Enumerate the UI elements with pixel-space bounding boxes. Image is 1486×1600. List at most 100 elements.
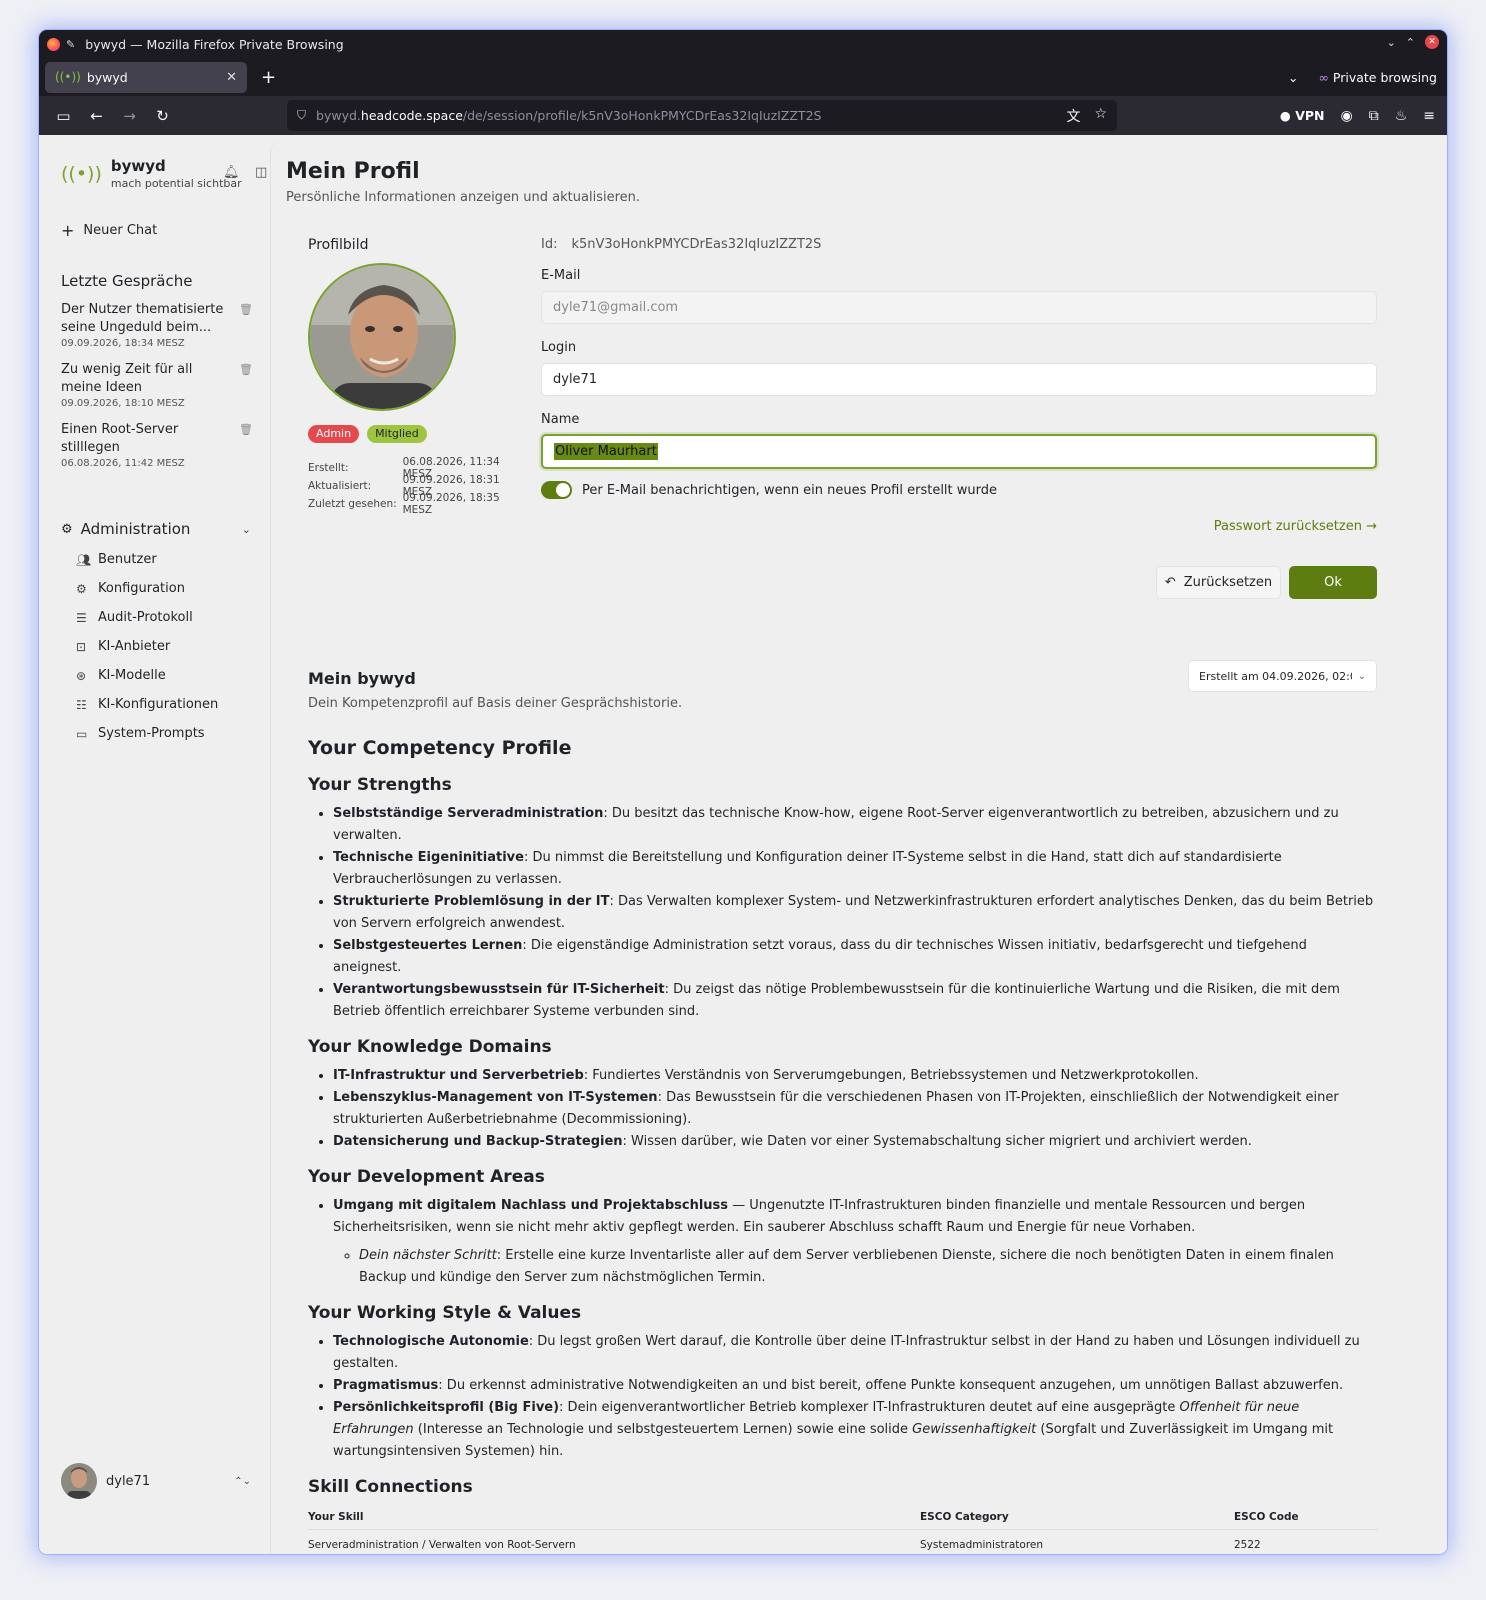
forward-icon[interactable]: →: [113, 107, 146, 125]
table-cell: Serveradministration / Verwalten von Roo…: [308, 1539, 576, 1551]
pin-icon: ✎: [66, 37, 76, 51]
url-prefix: bywyd.: [316, 108, 361, 123]
item-text: : Wissen darüber, wie Daten vor einer Sy…: [622, 1134, 1252, 1149]
name-field[interactable]: Oliver Maurhart: [541, 434, 1377, 469]
member-badge: Mitglied: [367, 425, 427, 443]
strengths-heading: Your Strengths: [308, 775, 452, 795]
meta-value: 09.09.2026, 18:35 MESZ: [402, 492, 500, 516]
bookmark-star-icon[interactable]: ☆: [1094, 106, 1107, 126]
id-value: k5nV3oHonkPMYCDrEas32IqIuzIZZT2S: [571, 237, 822, 252]
reset-password-link[interactable]: Passwort zurücksetzen →: [1214, 519, 1377, 534]
translate-icon[interactable]: 文: [1066, 106, 1080, 126]
trash-icon[interactable]: 🗑︎: [239, 363, 253, 376]
profile-version-select[interactable]: Erstellt am 04.09.2026, 02:00 ⌄: [1188, 660, 1377, 692]
admin-badge: Admin: [308, 425, 360, 443]
list-item: Technologische Autonomie: Du legst große…: [333, 1331, 1378, 1375]
sidebar-toggle-icon[interactable]: ▭: [47, 107, 80, 125]
item-emphasis: Gewissenhaftigkeit: [912, 1422, 1037, 1437]
menu-icon[interactable]: ≡: [1423, 108, 1435, 124]
new-chat-label: Neuer Chat: [83, 223, 158, 238]
minimize-icon[interactable]: ⌄: [1387, 36, 1396, 49]
extensions-icon[interactable]: ⧉: [1369, 108, 1379, 124]
sidebar-item-label: KI-Modelle: [98, 668, 166, 683]
new-chat-button[interactable]: + Neuer Chat: [61, 221, 157, 240]
fire-icon[interactable]: ♨: [1395, 108, 1408, 124]
conversation-item[interactable]: Der Nutzer thematisierte seine Ungeduld …: [61, 301, 261, 349]
login-field[interactable]: dyle71: [541, 363, 1377, 396]
list-item: Datensicherung und Backup-Strategien: Wi…: [333, 1131, 1378, 1153]
close-window-icon[interactable]: ✕: [1425, 35, 1439, 49]
sidebar-item-benutzer[interactable]: 👥︎ Benutzer: [76, 545, 218, 574]
conversation-item[interactable]: Zu wenig Zeit für all meine Ideen 09.09.…: [61, 361, 261, 409]
sidebar-item-ki-anbieter[interactable]: ⊡ KI-Anbieter: [76, 632, 218, 661]
email-label: E-Mail: [541, 268, 581, 283]
trash-icon[interactable]: 🗑︎: [239, 303, 253, 316]
app: ((•)) bywyd mach potential sichtbar 🔔︎ ◫…: [39, 135, 1447, 1554]
trash-icon[interactable]: 🗑︎: [239, 423, 253, 436]
item-term: Pragmatismus: [333, 1378, 439, 1393]
item-term: Datensicherung und Backup-Strategien: [333, 1134, 623, 1149]
account-icon[interactable]: ◉: [1340, 108, 1352, 124]
sidebar-item-label: Benutzer: [98, 552, 157, 567]
sidebar-item-ki-modelle[interactable]: ⊛ KI-Modelle: [76, 661, 218, 690]
private-mask-icon: ∞: [1318, 69, 1329, 85]
select-value: Erstellt am 04.09.2026, 02:00: [1199, 669, 1352, 683]
sidebar: ((•)) bywyd mach potential sichtbar 🔔︎ ◫…: [39, 135, 271, 1554]
url-actions: 文 ☆: [1066, 106, 1107, 126]
tab-list-chevron-icon[interactable]: ⌄: [1288, 70, 1298, 85]
tab-close-icon[interactable]: ✕: [226, 70, 237, 85]
list-item: Strukturierte Problemlösung in der IT: D…: [333, 891, 1378, 935]
column-header: ESCO Code: [1234, 1505, 1378, 1530]
nav-bar: ▭ ← → ↻ ⛉ bywyd. headcode.space/de/sessio…: [39, 96, 1447, 135]
list-item: Pragmatismus: Du erkennst administrative…: [333, 1375, 1378, 1397]
list-item: Persönlichkeitsprofil (Big Five): Dein e…: [333, 1397, 1378, 1463]
recent-conversations-title: Letzte Gespräche: [61, 272, 193, 290]
plus-icon: +: [61, 221, 75, 240]
reload-icon[interactable]: ↻: [146, 107, 179, 125]
user-menu[interactable]: dyle71 ⌃⌄: [61, 1463, 251, 1499]
role-badges: Admin Mitglied: [308, 425, 427, 443]
bell-icon[interactable]: 🔔︎: [223, 165, 240, 180]
browser-window: ✎ bywyd — Mozilla Firefox Private Browsi…: [39, 30, 1447, 1554]
sidebar-item-audit-protokoll[interactable]: ☰ Audit-Protokoll: [76, 603, 218, 632]
knowledge-list: IT-Infrastruktur und Serverbetrieb: Fund…: [308, 1065, 1378, 1153]
list-item: Selbstgesteuertes Lernen: Die eigenständ…: [333, 935, 1378, 979]
item-term: Selbstgesteuertes Lernen: [333, 938, 523, 953]
tabbar-right: ⌄ ∞ Private browsing: [1288, 58, 1437, 96]
vpn-button[interactable]: ● VPN: [1280, 108, 1325, 123]
administration-toggle[interactable]: ⚙ Administration ⌄: [61, 520, 251, 538]
brain-icon: ⊛: [76, 668, 87, 683]
next-step-term: Dein nächster Schritt: [359, 1248, 497, 1263]
profile-picture[interactable]: [308, 263, 456, 411]
brand-name: bywyd: [110, 157, 166, 175]
site-favicon-icon: ((•)): [55, 70, 81, 84]
list-item: Verantwortungsbewusstsein für IT-Sicherh…: [333, 979, 1378, 1023]
item-term: Lebenszyklus-Management von IT-Systemen: [333, 1090, 658, 1105]
sidebar-item-label: Audit-Protokoll: [98, 610, 193, 625]
brand-tagline: mach potential sichtbar: [110, 177, 242, 190]
reset-button[interactable]: ↶ Zurücksetzen: [1156, 566, 1281, 599]
competency-profile: Your Competency Profile Your Strengths S…: [308, 737, 1378, 1554]
maximize-icon[interactable]: ⌃: [1406, 36, 1415, 49]
collapse-sidebar-icon[interactable]: ◫: [255, 165, 267, 180]
ok-button[interactable]: Ok: [1289, 566, 1377, 599]
id-label: Id:: [541, 237, 558, 252]
new-tab-icon[interactable]: +: [261, 67, 276, 88]
url-path: /de/session/profile/k5nV3oHonkPMYCDrEas3…: [462, 108, 822, 123]
list-item: Umgang mit digitalem Nachlass und Projek…: [333, 1195, 1378, 1289]
item-term: Persönlichkeitsprofil (Big Five): [333, 1400, 560, 1415]
url-bar[interactable]: ⛉ bywyd. headcode.space/de/session/profil…: [287, 100, 1117, 131]
sidebar-item-ki-konfigurationen[interactable]: ☷ KI-Konfigurationen: [76, 690, 218, 719]
tab-title: bywyd: [86, 69, 128, 85]
sidebar-item-label: KI-Konfigurationen: [98, 697, 219, 712]
conversation-item[interactable]: Einen Root-Server stilllegen 06.08.2026,…: [61, 421, 261, 469]
notify-toggle[interactable]: [541, 481, 572, 499]
strengths-list: Selbstständige Serveradministration: Du …: [308, 803, 1378, 1023]
browser-tab[interactable]: ((•)) bywyd ✕: [45, 61, 247, 93]
back-icon[interactable]: ←: [80, 107, 113, 125]
sidebar-item-konfiguration[interactable]: ⚙ Konfiguration: [76, 574, 218, 603]
brand[interactable]: ((•)) bywyd mach potential sichtbar: [61, 157, 242, 190]
notify-label: Per E-Mail benachrichtigen, wenn ein neu…: [582, 482, 998, 498]
sidebar-item-system-prompts[interactable]: ▭ System-Prompts: [76, 719, 218, 748]
development-list: Umgang mit digitalem Nachlass und Projek…: [308, 1195, 1378, 1289]
